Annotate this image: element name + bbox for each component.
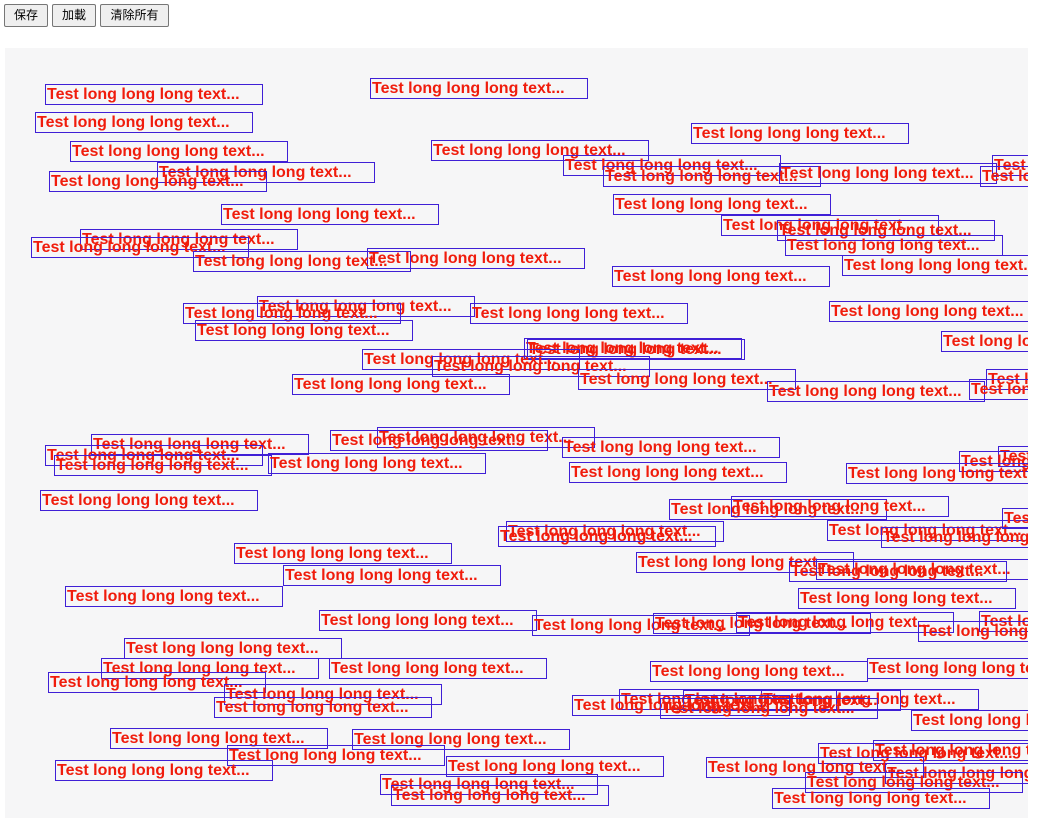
text-label[interactable]: Test long long long text... xyxy=(283,565,501,586)
text-label[interactable]: Test long long long text... xyxy=(221,204,439,225)
text-label[interactable]: Test long long long text... xyxy=(562,437,780,458)
text-label[interactable]: Test long long long text... xyxy=(124,638,342,659)
text-label[interactable]: Test long long long text... xyxy=(268,453,486,474)
text-label[interactable]: Test long long long text... xyxy=(829,301,1028,322)
text-label[interactable]: Test long long long text... xyxy=(65,586,283,607)
text-label[interactable]: Test long long long text... xyxy=(330,430,548,451)
clear-all-button[interactable]: 清除所有 xyxy=(100,4,169,27)
text-label[interactable]: Test long long long text... xyxy=(292,374,510,395)
text-label[interactable]: Test long long long text... xyxy=(40,490,258,511)
text-label[interactable]: Test long long long text... xyxy=(846,463,1028,484)
text-label[interactable]: Test long long long text... xyxy=(691,123,909,144)
text-label[interactable]: Test long long long text... xyxy=(569,462,787,483)
text-label[interactable]: Test long long long text... xyxy=(49,171,267,192)
text-label[interactable]: Test long long long text... xyxy=(498,526,716,547)
load-button[interactable]: 加載 xyxy=(52,4,96,27)
text-label[interactable]: Test long long long text... xyxy=(470,303,688,324)
text-label[interactable]: Test long long long text... xyxy=(55,760,273,781)
text-label[interactable]: Test long long long text... xyxy=(969,379,1028,400)
text-label[interactable]: Test long long long text... xyxy=(867,658,1028,679)
text-label[interactable]: Test long long long text... xyxy=(650,661,868,682)
text-label[interactable]: Test long long long text... xyxy=(319,610,537,631)
text-label[interactable]: Test long long long text... xyxy=(612,266,830,287)
drawing-canvas[interactable]: Test long long long text... Test long lon… xyxy=(5,48,1028,818)
text-label[interactable]: Test long long long text... xyxy=(613,194,831,215)
text-label[interactable]: Test long long long text... xyxy=(772,788,990,809)
text-label[interactable]: Test long long long text... xyxy=(193,251,411,272)
text-label[interactable]: Test long long long text... xyxy=(779,163,997,184)
text-label[interactable]: Test long long long text... xyxy=(35,112,253,133)
text-label[interactable]: Test long long long text... xyxy=(980,166,1028,187)
text-label[interactable]: Test long long long text... xyxy=(234,543,452,564)
text-label[interactable]: Test long long long text... xyxy=(660,698,878,719)
text-label[interactable]: Test long long long text... xyxy=(214,697,432,718)
text-label[interactable]: Test long long long text... xyxy=(881,527,1028,548)
text-label[interactable]: Test long long long text... xyxy=(195,320,413,341)
text-label[interactable]: Test long long long text... xyxy=(911,710,1028,731)
text-label[interactable]: Test long long long text... xyxy=(789,561,1007,582)
text-label[interactable]: Test long long long text... xyxy=(391,785,609,806)
text-label[interactable]: Test long long long text... xyxy=(767,381,985,402)
text-label[interactable]: Test long long long text... xyxy=(578,369,796,390)
text-label[interactable]: Test long long long text... xyxy=(798,588,1016,609)
text-label[interactable]: Test long long long text... xyxy=(731,496,949,517)
text-label[interactable]: Test long long long text... xyxy=(1002,508,1028,529)
text-label[interactable]: Test long long long text... xyxy=(842,255,1028,276)
text-label[interactable]: Test long long long text... xyxy=(941,331,1028,352)
text-label[interactable]: Test long long long text... xyxy=(918,621,1028,642)
text-label[interactable]: Test long long long text... xyxy=(329,658,547,679)
text-label[interactable]: Test long long long text... xyxy=(54,455,272,476)
save-button[interactable]: 保存 xyxy=(4,4,48,27)
text-label[interactable]: Test long long long text... xyxy=(70,141,288,162)
text-label[interactable]: Test long long long text... xyxy=(785,235,1003,256)
text-label[interactable]: Test long long long text... xyxy=(45,84,263,105)
text-label[interactable]: Test long long long text... xyxy=(370,78,588,99)
